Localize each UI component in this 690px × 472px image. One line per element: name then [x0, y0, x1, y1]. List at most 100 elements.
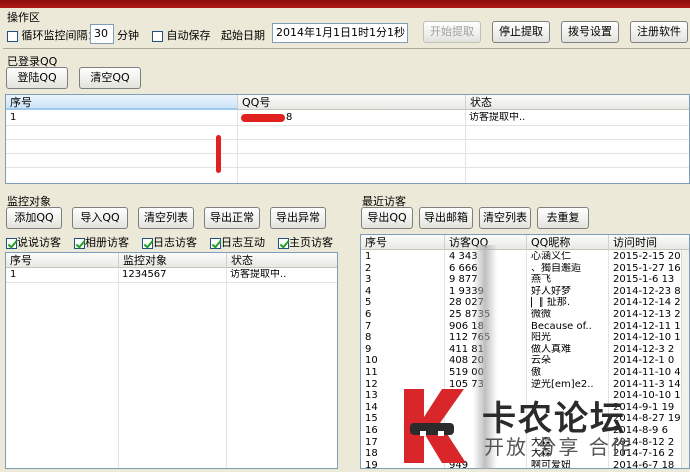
col-header-qq[interactable]: QQ号 [238, 95, 466, 110]
col-header-status[interactable]: 状态 [466, 95, 689, 110]
col-header-visit-time[interactable]: 访问时间 [609, 235, 689, 250]
checkbox-box[interactable] [278, 237, 289, 249]
recent-row-no: 15 [365, 413, 378, 425]
recent-row-no: 10 [365, 355, 378, 367]
recent-row-time: 2014-12-14 2 [613, 297, 681, 309]
check-label: 主页访客 [289, 236, 333, 249]
check-label: 说说访客 [17, 236, 61, 249]
logged-row-index: 1 [10, 112, 17, 123]
recent-row-no: 5 [365, 297, 372, 309]
loop-monitor-checkbox[interactable]: 循环监控间隔： [7, 27, 99, 43]
monitor-target-list[interactable]: 序号 监控对象 状态 1 1234567 访客提取中.. [5, 252, 338, 469]
recent-row-nick: ▏∥ 扯那. [531, 297, 571, 309]
recent-row-nick: 微微 [531, 309, 551, 320]
export-normal-button[interactable]: 导出正常 [204, 207, 260, 229]
recent-row-nick: 好人好梦 [531, 285, 571, 297]
recent-row-time: 2015-2-15 20 [613, 251, 681, 262]
recent-row-nick: 心涵义仁 [531, 251, 571, 262]
logged-row-qq: 8 [286, 112, 293, 123]
recent-row-time: 2014-11-10 4 [613, 367, 681, 378]
window-titlebar [0, 0, 690, 8]
logged-row-status: 访客提取中.. [469, 112, 526, 123]
start-date-input[interactable]: 2014年1月1日1时1分1秒 [272, 23, 408, 43]
col-divider [118, 268, 119, 468]
export-qq-button[interactable]: 导出QQ [361, 207, 413, 229]
watermark-slogan: 开放 分享 合作 [484, 435, 633, 459]
checkbox-box[interactable] [74, 237, 85, 249]
loop-checkbox-box[interactable] [7, 30, 18, 42]
recent-row-no: 7 [365, 320, 372, 332]
clear-recent-button[interactable]: 清空列表 [479, 207, 531, 229]
checkbox-box[interactable] [210, 237, 221, 249]
loop-monitor-label: 循环监控间隔： [21, 29, 99, 42]
check-blog-visitors[interactable]: 日志访客 [142, 234, 197, 250]
register-software-button[interactable]: 注册软件 [630, 21, 688, 43]
recent-row-no: 18 [365, 448, 378, 460]
col-divider [465, 110, 466, 183]
check-album-visitors[interactable]: 相册访客 [74, 234, 129, 250]
recent-row-no: 1 [365, 251, 372, 262]
recent-row-no: 17 [365, 436, 378, 448]
check-homepage-visitors[interactable]: 主页访客 [278, 234, 333, 250]
row-divider [6, 167, 689, 168]
forum-watermark: 卡农论坛 开放 分享 合作 [398, 383, 690, 469]
autosave-checkbox[interactable]: 自动保存 [152, 27, 211, 43]
check-label: 相册访客 [85, 236, 129, 249]
monitor-row-target: 1234567 [122, 269, 167, 280]
recent-row-nick: 做人真难 [531, 343, 571, 355]
checkbox-box[interactable] [6, 237, 17, 249]
check-label: 日志访客 [153, 236, 197, 249]
recent-row-nick: 阳光 [531, 332, 551, 344]
checkbox-box[interactable] [142, 237, 153, 249]
check-blog-interaction[interactable]: 日志互动 [210, 234, 265, 250]
recent-row-no: 13 [365, 390, 378, 402]
clear-qq-button[interactable]: 清空QQ [79, 67, 141, 89]
recent-row-nick: 燕飞 [531, 274, 551, 286]
start-extract-button[interactable]: 开始提取 [423, 21, 481, 43]
check-shuoshuo-visitors[interactable]: 说说访客 [6, 234, 61, 250]
col-header-status[interactable]: 状态 [227, 253, 337, 268]
recent-row-time: 2014-12-11 1 [613, 320, 681, 332]
recent-row-no: 3 [365, 274, 372, 286]
recent-row-no: 16 [365, 425, 378, 436]
col-header-index[interactable]: 序号 [361, 235, 445, 250]
recent-row-no: 12 [365, 378, 378, 390]
autosave-label: 自动保存 [166, 29, 211, 42]
export-email-button[interactable]: 导出邮箱 [419, 207, 473, 229]
login-qq-button[interactable]: 登陆QQ [6, 67, 68, 89]
recent-row-time: 2014-12-23 8 [613, 285, 681, 297]
clear-list-button[interactable]: 清空列表 [138, 207, 194, 229]
recent-row-nick: 傲 [531, 367, 541, 378]
col-divider [237, 110, 238, 183]
col-divider [226, 268, 227, 468]
recent-row-no: 9 [365, 343, 372, 355]
operation-group-title: 操作区 [7, 11, 40, 24]
recent-row-time: 2014-12-10 1 [613, 332, 681, 344]
interval-input[interactable]: 30 [90, 24, 114, 44]
dedupe-button[interactable]: 去重复 [537, 207, 589, 229]
interval-unit: 分钟 [117, 29, 139, 42]
recent-row-nick: 云朵 [531, 355, 551, 367]
top-separator [3, 48, 690, 49]
row-divider [6, 139, 689, 140]
recent-row-time: 2015-1-27 16 [613, 262, 681, 274]
export-abnormal-button[interactable]: 导出异常 [270, 207, 326, 229]
redacted-mark [216, 135, 221, 173]
recent-row-time: 2014-12-1 0 [613, 355, 675, 367]
start-date-label: 起始日期 [221, 29, 265, 42]
recent-row-no: 2 [365, 262, 372, 274]
stop-extract-button[interactable]: 停止提取 [492, 21, 550, 43]
recent-row-no: 8 [365, 332, 372, 344]
logged-qq-list[interactable]: 序号 QQ号 状态 1 8 访客提取中.. [5, 94, 690, 184]
recent-row-no: 19 [365, 459, 378, 469]
dial-settings-button[interactable]: 拨号设置 [561, 21, 619, 43]
row-divider [6, 153, 689, 154]
add-qq-button[interactable]: 添加QQ [6, 207, 62, 229]
col-header-index[interactable]: 序号 [6, 95, 238, 110]
autosave-checkbox-box[interactable] [152, 30, 163, 42]
import-qq-button[interactable]: 导入QQ [72, 207, 128, 229]
recent-row-no: 14 [365, 401, 378, 413]
col-header-nickname[interactable]: QQ昵称 [527, 235, 609, 250]
col-header-target[interactable]: 监控对象 [119, 253, 227, 268]
col-header-index[interactable]: 序号 [6, 253, 119, 268]
